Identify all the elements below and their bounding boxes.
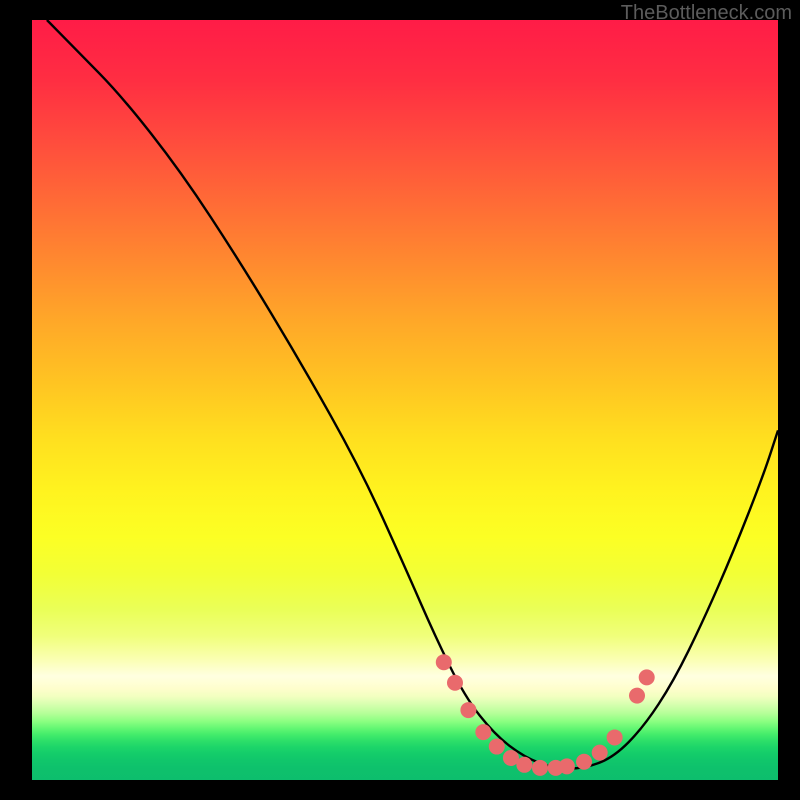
highlight-dot	[559, 758, 575, 774]
highlight-dot	[489, 739, 505, 755]
highlight-dot	[607, 729, 623, 745]
highlight-dot	[592, 745, 608, 761]
highlight-dot	[532, 760, 548, 776]
curve-layer	[32, 20, 778, 780]
highlight-dot	[460, 702, 476, 718]
bottleneck-curve	[47, 20, 778, 769]
highlight-dots	[436, 654, 655, 776]
highlight-dot	[629, 688, 645, 704]
chart-frame: TheBottleneck.com	[0, 0, 800, 800]
highlight-dot	[447, 675, 463, 691]
highlight-dot	[436, 654, 452, 670]
highlight-dot	[576, 754, 592, 770]
highlight-dot	[475, 724, 491, 740]
highlight-dot	[639, 669, 655, 685]
highlight-dot	[516, 757, 532, 773]
